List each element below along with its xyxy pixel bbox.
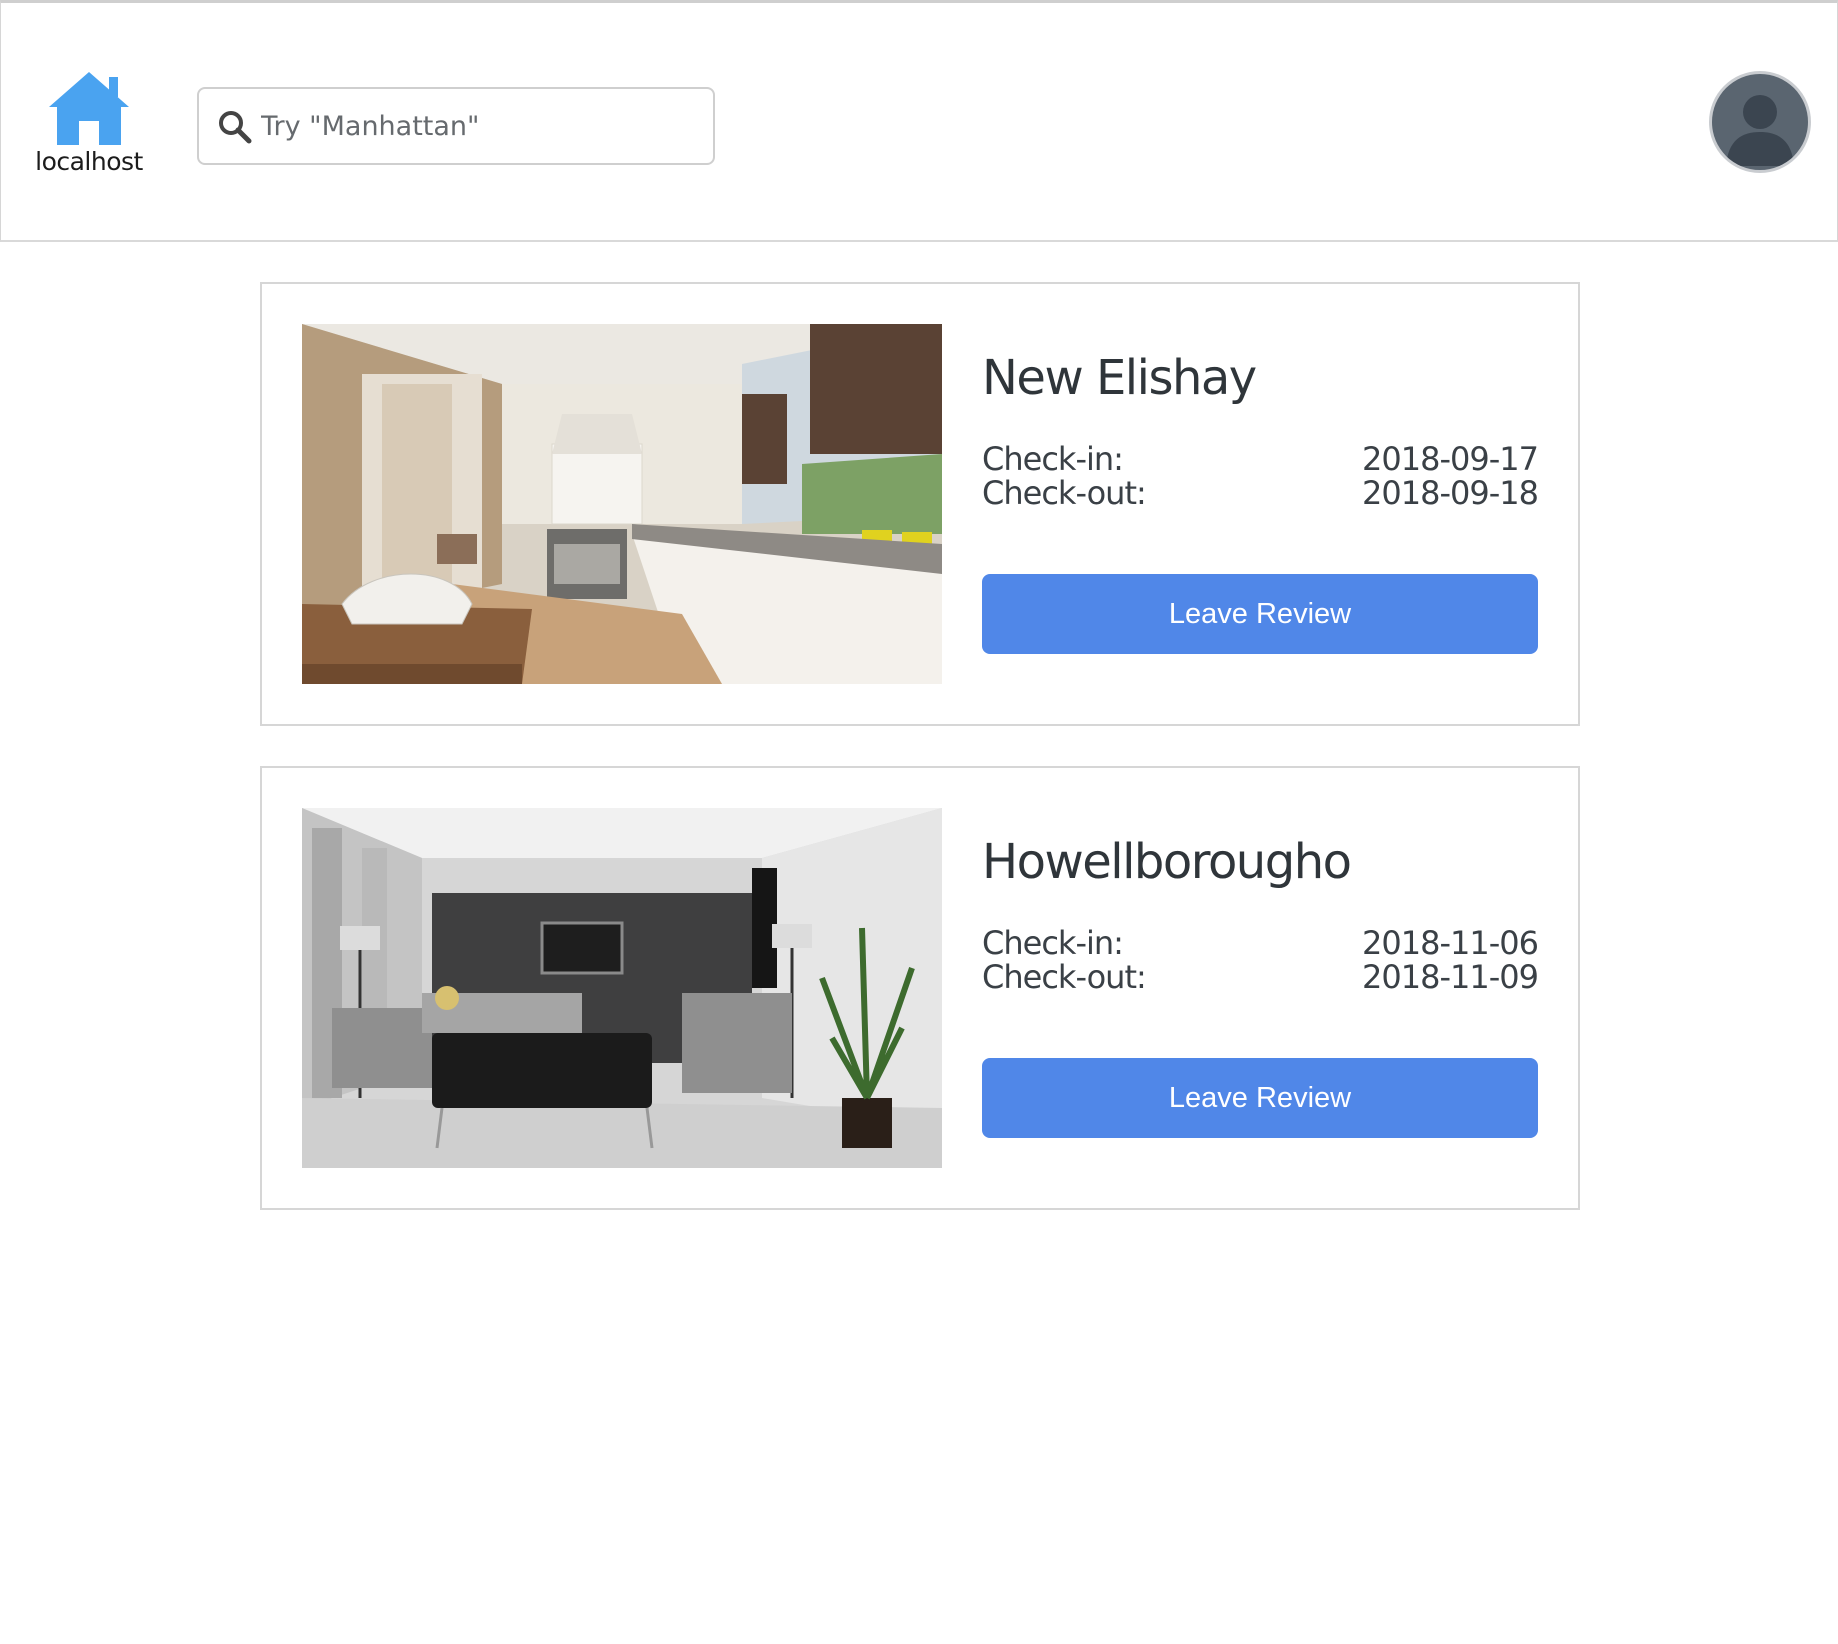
checkout-row: Check-out: 2018-11-09	[982, 958, 1539, 996]
user-silhouette-icon	[1726, 95, 1794, 166]
checkin-date: 2018-11-06	[1362, 924, 1539, 962]
brand-name: localhost	[35, 147, 143, 176]
checkin-row: Check-in: 2018-09-17	[982, 440, 1539, 478]
top-navigation-bar: localhost	[0, 0, 1838, 242]
checkout-date: 2018-11-09	[1362, 958, 1539, 996]
leave-review-button[interactable]: Leave Review	[982, 1058, 1538, 1138]
checkout-date: 2018-09-18	[1362, 474, 1539, 512]
listing-title: Howellborougho	[982, 834, 1352, 890]
house-icon	[49, 72, 129, 145]
living-room-photo	[302, 808, 942, 1168]
checkin-row: Check-in: 2018-11-06	[982, 924, 1539, 962]
checkin-label: Check-in:	[982, 924, 1124, 962]
booking-details: Howellborougho Check-in: 2018-11-06 Chec…	[982, 808, 1540, 1168]
checkout-label: Check-out:	[982, 474, 1147, 512]
listing-title: New Elishay	[982, 350, 1257, 406]
checkout-label: Check-out:	[982, 958, 1147, 996]
checkin-date: 2018-09-17	[1362, 440, 1539, 478]
checkout-row: Check-out: 2018-09-18	[982, 474, 1539, 512]
search-input[interactable]	[259, 99, 699, 153]
user-avatar[interactable]	[1709, 71, 1811, 173]
booking-card: New Elishay Check-in: 2018-09-17 Check-o…	[260, 282, 1580, 726]
search-box[interactable]	[197, 87, 715, 165]
brand-logo-link[interactable]: localhost	[31, 69, 147, 179]
search-icon	[219, 111, 252, 144]
kitchen-photo	[302, 324, 942, 684]
leave-review-button[interactable]: Leave Review	[982, 574, 1538, 654]
booking-card: Howellborougho Check-in: 2018-11-06 Chec…	[260, 766, 1580, 1210]
booking-details: New Elishay Check-in: 2018-09-17 Check-o…	[982, 324, 1540, 684]
checkin-label: Check-in:	[982, 440, 1124, 478]
